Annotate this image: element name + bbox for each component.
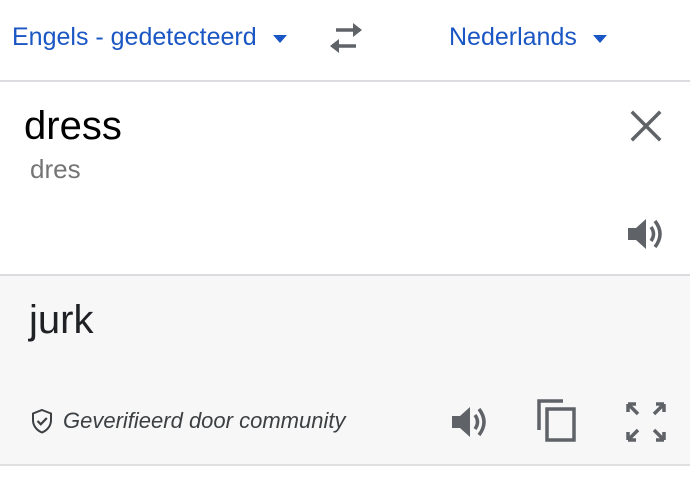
swap-languages-button[interactable] [326, 20, 366, 56]
translation-panel: jurk Geverifieerd door community [0, 276, 690, 466]
language-bar: Engels - gedetecteerd Nederlands [0, 0, 690, 82]
shield-check-icon [32, 408, 52, 434]
chevron-down-icon [272, 35, 287, 43]
close-icon [630, 110, 662, 142]
chevron-down-icon [592, 35, 607, 43]
speaker-icon [452, 407, 486, 437]
source-transliteration: dres [30, 154, 81, 184]
target-language-selector[interactable]: Nederlands [449, 22, 607, 52]
source-panel: dress dres [0, 82, 690, 276]
verified-label: Geverifieerd door community [63, 408, 346, 433]
copy-button[interactable] [534, 396, 580, 444]
translation-listen-button[interactable] [448, 400, 492, 444]
source-listen-button[interactable] [624, 212, 668, 256]
verified-badge: Geverifieerd door community [30, 408, 345, 434]
translation-text: jurk [29, 298, 94, 342]
source-language-label: Engels - gedetecteerd [12, 22, 257, 51]
fullscreen-icon [626, 402, 666, 442]
fullscreen-button[interactable] [624, 400, 668, 444]
clear-button[interactable] [628, 108, 664, 144]
source-language-selector[interactable]: Engels - gedetecteerd [12, 22, 287, 52]
source-text[interactable]: dress [24, 102, 122, 150]
speaker-icon [628, 219, 662, 249]
target-language-label: Nederlands [449, 22, 577, 51]
swap-arrows-icon [330, 23, 362, 53]
copy-icon [537, 399, 576, 442]
